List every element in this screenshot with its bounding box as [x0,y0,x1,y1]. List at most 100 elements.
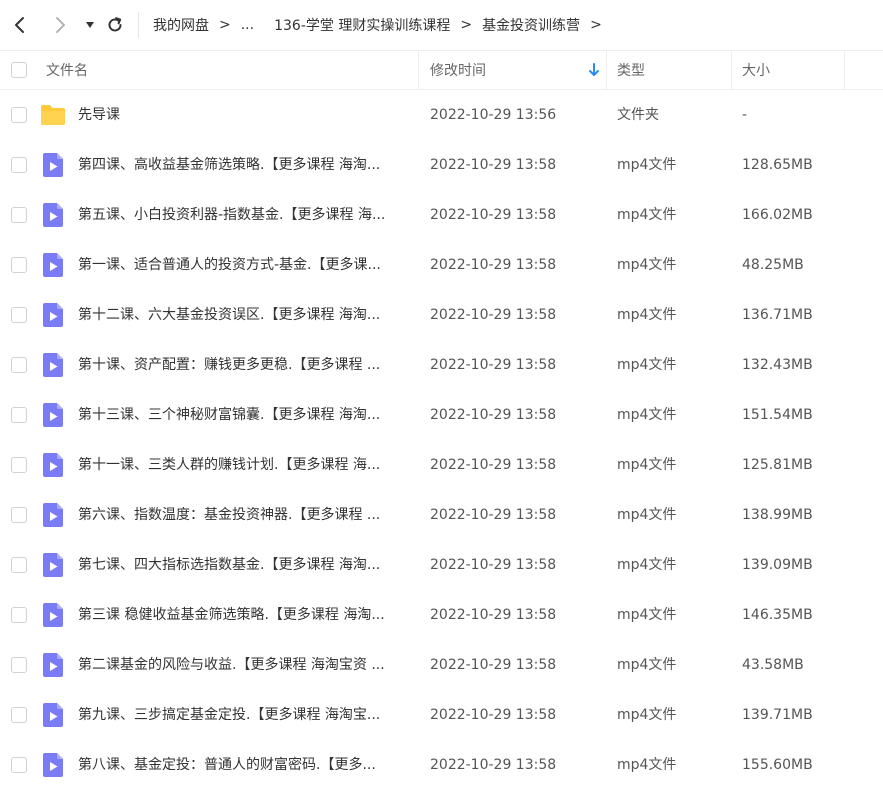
video-file-icon [40,752,66,778]
file-row[interactable]: 第十一课、三类人群的赚钱计划.【更多课程 海... 2022-10-29 13:5… [0,440,883,490]
row-checkbox[interactable] [11,257,27,273]
video-file-icon [40,502,66,528]
file-type: mp4文件 [617,457,677,473]
row-checkbox[interactable] [11,357,27,373]
file-type: mp4文件 [617,657,677,673]
file-size: 151.54MB [742,407,813,423]
navigation-bar: 我的网盘 > ... 136-学堂 理财实操训练课程 > 基金投资训练营 > [0,0,883,50]
file-name[interactable]: 先导课 [78,90,408,140]
breadcrumb-current[interactable]: 基金投资训练营 [482,15,580,35]
file-name[interactable]: 第十三课、三个神秘财富锦囊.【更多课程 海淘... [78,390,408,440]
file-row[interactable]: 第十三课、三个神秘财富锦囊.【更多课程 海淘... 2022-10-29 13:5… [0,390,883,440]
video-file-icon [40,152,66,178]
file-type: mp4文件 [617,507,677,523]
refresh-icon[interactable] [103,13,127,37]
file-row[interactable]: 先导课 2022-10-29 13:56 文件夹 - [0,90,883,140]
column-divider [844,51,845,89]
video-file-icon [40,202,66,228]
file-name[interactable]: 第七课、四大指标选指数基金.【更多课程 海淘... [78,540,408,590]
breadcrumb-level1[interactable]: 136-学堂 理财实操训练课程 [274,15,450,35]
file-size: 139.09MB [742,557,813,573]
row-checkbox[interactable] [11,657,27,673]
file-row[interactable]: 第八课、基金定投：普通人的财富密码.【更多... 2022-10-29 13:58… [0,740,883,790]
file-type: mp4文件 [617,557,677,573]
file-size: 43.58MB [742,657,804,673]
folder-icon [40,102,66,128]
chevron-left-icon[interactable] [8,13,32,37]
file-row[interactable]: 第十课、资产配置：赚钱更多更稳.【更多课程 ... 2022-10-29 13:5… [0,340,883,390]
breadcrumb-ellipsis[interactable]: ... [241,17,254,33]
file-size: 166.02MB [742,207,813,223]
video-file-icon [40,552,66,578]
column-divider [606,51,607,89]
file-size: 48.25MB [742,257,804,273]
header-name[interactable]: 文件名 [46,51,88,89]
row-checkbox[interactable] [11,707,27,723]
file-name[interactable]: 第五课、小白投资利器-指数基金.【更多课程 海... [78,190,408,240]
file-name[interactable]: 第十课、资产配置：赚钱更多更稳.【更多课程 ... [78,340,408,390]
row-checkbox[interactable] [11,157,27,173]
file-row[interactable]: 第十二课、六大基金投资误区.【更多课程 海淘... 2022-10-29 13:5… [0,290,883,340]
file-row[interactable]: 第四课、高收益基金筛选策略.【更多课程 海淘... 2022-10-29 13:5… [0,140,883,190]
file-row[interactable]: 第七课、四大指标选指数基金.【更多课程 海淘... 2022-10-29 13:5… [0,540,883,590]
header-size[interactable]: 大小 [742,51,770,89]
chevron-right-icon[interactable] [48,13,72,37]
header-modified[interactable]: 修改时间 [430,51,486,89]
breadcrumb-separator: > [219,17,231,33]
file-modified-time: 2022-10-29 13:58 [430,257,557,273]
file-list: 先导课 2022-10-29 13:56 文件夹 - 第四课、高收益基金筛选策略.【更多… [0,90,883,790]
video-file-icon [40,702,66,728]
file-name[interactable]: 第一课、适合普通人的投资方式-基金.【更多课... [78,240,408,290]
file-modified-time: 2022-10-29 13:58 [430,757,557,773]
file-type: mp4文件 [617,307,677,323]
row-checkbox[interactable] [11,757,27,773]
file-name[interactable]: 第十一课、三类人群的赚钱计划.【更多课程 海... [78,440,408,490]
column-divider [731,51,732,89]
file-row[interactable]: 第二课基金的风险与收益.【更多课程 海淘宝资 ... 2022-10-29 13:… [0,640,883,690]
row-checkbox[interactable] [11,457,27,473]
file-type: 文件夹 [617,107,659,123]
file-modified-time: 2022-10-29 13:58 [430,657,557,673]
file-name[interactable]: 第八课、基金定投：普通人的财富密码.【更多... [78,740,408,790]
file-modified-time: 2022-10-29 13:58 [430,407,557,423]
file-size: 132.43MB [742,357,813,373]
file-name[interactable]: 第四课、高收益基金筛选策略.【更多课程 海淘... [78,140,408,190]
file-name[interactable]: 第二课基金的风险与收益.【更多课程 海淘宝资 ... [78,640,408,690]
breadcrumb: 我的网盘 > ... 136-学堂 理财实操训练课程 > 基金投资训练营 > [153,0,612,50]
file-row[interactable]: 第三课 稳健收益基金筛选策略.【更多课程 海淘... 2022-10-29 13:… [0,590,883,640]
sort-down-arrow-icon[interactable] [587,62,601,78]
row-checkbox[interactable] [11,557,27,573]
file-type: mp4文件 [617,257,677,273]
file-name[interactable]: 第三课 稳健收益基金筛选策略.【更多课程 海淘... [78,590,408,640]
file-type: mp4文件 [617,157,677,173]
file-modified-time: 2022-10-29 13:58 [430,607,557,623]
file-size: - [742,107,748,123]
file-type: mp4文件 [617,207,677,223]
file-size: 155.60MB [742,757,813,773]
caret-down-icon[interactable] [78,13,102,37]
row-checkbox[interactable] [11,407,27,423]
breadcrumb-root[interactable]: 我的网盘 [153,15,209,35]
divider [138,12,139,38]
row-checkbox[interactable] [11,307,27,323]
video-file-icon [40,352,66,378]
file-name[interactable]: 第九课、三步搞定基金定投.【更多课程 海淘宝... [78,690,408,740]
file-row[interactable]: 第一课、适合普通人的投资方式-基金.【更多课... 2022-10-29 13:5… [0,240,883,290]
select-all-checkbox[interactable] [11,62,27,78]
file-row[interactable]: 第五课、小白投资利器-指数基金.【更多课程 海... 2022-10-29 13:… [0,190,883,240]
file-row[interactable]: 第六课、指数温度：基金投资神器.【更多课程 ... 2022-10-29 13:5… [0,490,883,540]
video-file-icon [40,402,66,428]
file-type: mp4文件 [617,407,677,423]
row-checkbox[interactable] [11,507,27,523]
file-modified-time: 2022-10-29 13:58 [430,157,557,173]
video-file-icon [40,452,66,478]
file-name[interactable]: 第六课、指数温度：基金投资神器.【更多课程 ... [78,490,408,540]
header-type[interactable]: 类型 [617,51,645,89]
column-header: 文件名 修改时间 类型 大小 [0,50,883,90]
row-checkbox[interactable] [11,607,27,623]
file-name[interactable]: 第十二课、六大基金投资误区.【更多课程 海淘... [78,290,408,340]
row-checkbox[interactable] [11,107,27,123]
video-file-icon [40,652,66,678]
row-checkbox[interactable] [11,207,27,223]
file-row[interactable]: 第九课、三步搞定基金定投.【更多课程 海淘宝... 2022-10-29 13:5… [0,690,883,740]
